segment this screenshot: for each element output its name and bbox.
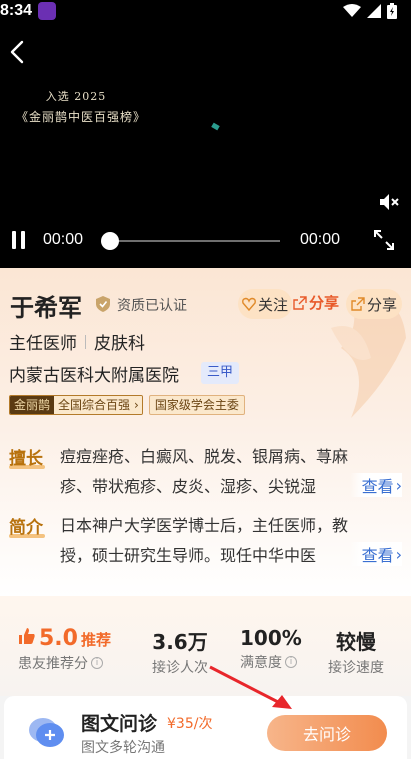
consult-title: 图文问诊	[81, 713, 158, 735]
mute-icon[interactable]	[379, 193, 399, 211]
video-frame-mark	[211, 122, 220, 131]
consult-button[interactable]: 去问诊	[267, 715, 387, 751]
chevron-right-icon: ›	[395, 544, 402, 564]
share-icon	[351, 297, 365, 311]
honor-row: 金丽鹊 全国综合百强 › 国家级学会主委	[9, 395, 245, 415]
progress-bar[interactable]	[108, 240, 280, 242]
more-label: 查看	[361, 546, 394, 565]
recommend-score-stat[interactable]: 5.0 推荐 患友推荐分 i	[18, 626, 111, 673]
play-icon[interactable]	[10, 230, 28, 250]
info-icon[interactable]: i	[91, 657, 103, 669]
overlay-line-1: 入选 2025	[45, 90, 107, 103]
signal-icon	[367, 4, 381, 18]
doctor-card: 于希军 资质已认证 关注 分享 分享 主任医师 皮肤科 内蒙古医科大附属医院 三…	[0, 268, 411, 596]
expertise-text: 痘痘痤疮、白癜风、脱发、银屑病、荨麻疹、带状疱疹、皮炎、湿疹、尖锐湿	[60, 447, 349, 496]
intro-more-link[interactable]: 查看 ›	[349, 542, 402, 566]
honor-rank: 全国综合百强	[54, 396, 135, 414]
share-button[interactable]: 分享	[293, 292, 339, 313]
intro-text: 日本神户大学医学博士后，主任医师，教授，硕士研究生导师。现任中华中医	[60, 516, 349, 565]
progress-knob[interactable]	[101, 232, 119, 250]
consultations-label: 接诊人次	[152, 660, 208, 676]
speed-stat: 较慢 接诊速度	[328, 626, 384, 677]
heart-icon	[242, 297, 256, 311]
thumbs-up-icon	[19, 628, 35, 644]
speed-label: 接诊速度	[328, 660, 384, 676]
wifi-icon	[343, 4, 361, 17]
expertise-more-link[interactable]: 查看 ›	[349, 473, 402, 497]
share-label: 分享	[366, 295, 397, 314]
chevron-right-icon: ›	[395, 475, 402, 495]
satisfaction-stat: 100% 满意度 i	[240, 626, 302, 672]
divider	[85, 334, 86, 349]
verified-label: 资质已认证	[117, 298, 187, 314]
satisfaction-value: 100%	[240, 626, 302, 650]
status-bar: 8:34	[0, 0, 411, 24]
consultations-stat: 3.6万 接诊人次	[152, 626, 208, 677]
consult-price: ¥35/次	[167, 716, 213, 732]
doctor-title-row: 主任医师 皮肤科	[9, 329, 145, 354]
chat-bubble-icon	[29, 718, 64, 747]
share-button-secondary[interactable]: 分享	[346, 289, 402, 319]
doctor-title: 主任医师	[9, 334, 77, 354]
honor-rank-badge[interactable]: 金丽鹊 全国综合百强 ›	[9, 395, 143, 415]
verified-shield-icon	[96, 296, 110, 312]
stats-panel: 5.0 推荐 患友推荐分 i 3.6万 接诊人次 100% 满意度 i 较慢 接…	[0, 596, 411, 696]
expertise-label-text: 擅长	[9, 449, 43, 469]
doctor-department: 皮肤科	[94, 334, 145, 354]
doctor-name: 于希军	[10, 294, 82, 322]
consult-card[interactable]: 图文问诊 ¥35/次 图文多轮沟通 去问诊	[4, 696, 407, 759]
share-icon	[293, 295, 307, 310]
total-time: 00:00	[300, 231, 341, 248]
intro-label: 简介	[9, 513, 45, 538]
share-label: 分享	[309, 294, 340, 312]
fullscreen-icon[interactable]	[372, 228, 396, 252]
more-label: 查看	[361, 477, 394, 496]
expertise-label: 擅长	[9, 444, 45, 469]
video-player[interactable]: 8:34 入选 2025 《金丽鹊中医百强榜》 00:00 00:00	[0, 0, 411, 268]
status-icons	[343, 3, 397, 19]
chevron-right-icon: ›	[134, 396, 142, 414]
honor-brand: 金丽鹊	[10, 396, 55, 414]
intro-label-text: 简介	[9, 518, 43, 538]
speed-value: 较慢	[336, 630, 376, 654]
current-time: 00:00	[43, 231, 84, 248]
satisfaction-label: 满意度	[240, 655, 282, 671]
video-overlay-caption: 入选 2025 《金丽鹊中医百强榜》	[16, 88, 146, 125]
battery-icon	[387, 3, 397, 19]
recommend-word: 推荐	[80, 631, 111, 649]
consult-subtitle: 图文多轮沟通	[81, 740, 165, 756]
recommend-score: 5.0	[39, 626, 78, 651]
consultations-value: 3.6万	[152, 630, 208, 654]
follow-label: 关注	[257, 295, 288, 314]
back-arrow-icon[interactable]	[6, 38, 30, 66]
recommend-label: 患友推荐分	[18, 656, 88, 672]
status-time: 8:34	[0, 2, 33, 19]
hospital-name[interactable]: 内蒙古医科大附属医院	[9, 361, 179, 386]
overlay-line-2: 《金丽鹊中医百强榜》	[16, 110, 147, 124]
app-notification-icon	[38, 2, 56, 20]
follow-button[interactable]: 关注	[238, 289, 292, 319]
info-icon[interactable]: i	[285, 656, 297, 668]
hospital-grade-badge: 三甲	[201, 362, 240, 384]
honor-tag: 国家级学会主委	[148, 395, 245, 415]
